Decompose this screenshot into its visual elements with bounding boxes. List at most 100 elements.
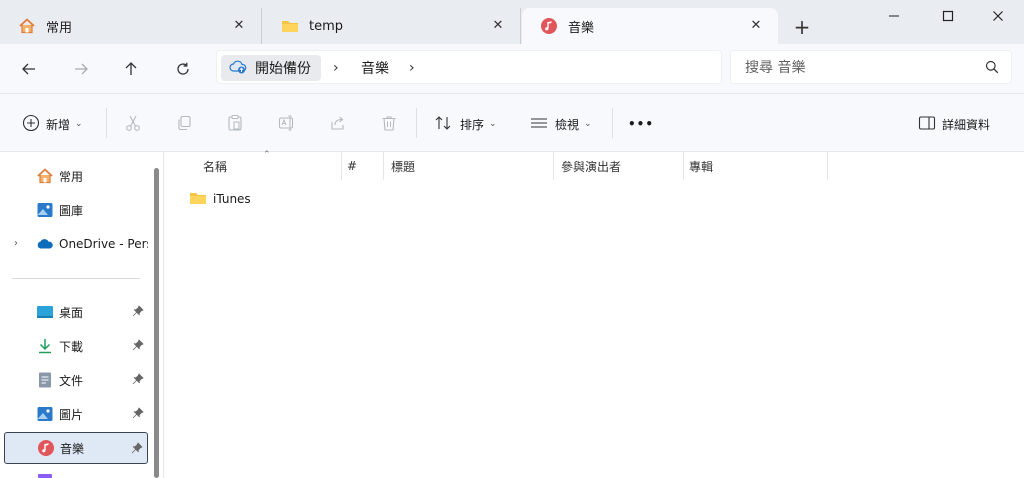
details-label: 詳細資料 [942,117,991,132]
onedrive-icon [36,235,54,253]
folder-icon [189,190,207,209]
chevron-down-icon: ⌄ [75,119,83,129]
sidebar-item-label: 音樂 [60,441,85,456]
sidebar-item-gallery[interactable]: 圖庫 [4,194,148,226]
music-icon [540,17,558,35]
download-icon [36,337,54,355]
column-divider[interactable] [827,152,828,180]
sidebar-item-desktop[interactable]: 桌面 [4,296,148,328]
maximize-icon[interactable] [936,4,960,28]
chevron-right-icon[interactable]: › [409,60,415,76]
forward-icon[interactable] [68,56,94,82]
divider [106,108,107,138]
tab-home[interactable]: 常用 ✕ [0,8,262,44]
navigation-pane: 常用 圖庫 › OneDrive - Pers 桌面 下載 文件 圖片 音樂 [0,152,164,478]
pin-icon[interactable] [131,442,143,457]
close-tab-icon[interactable]: ✕ [748,17,764,33]
column-divider[interactable] [683,152,684,180]
view-button[interactable]: 檢視 ⌄ [529,112,592,136]
sidebar-item-label: 桌面 [59,305,84,320]
new-tab-button[interactable]: + [790,16,814,40]
file-list: ⌃ 名稱 # 標題 參與演出者 專輯 iTunes [165,150,1024,478]
home-icon [18,17,36,35]
breadcrumb-music[interactable]: 音樂 [361,58,389,78]
cut-button[interactable] [124,112,142,136]
copy-button[interactable] [175,112,193,136]
delete-button[interactable] [380,112,398,136]
back-icon[interactable] [16,56,42,82]
sidebar-item-label: 文件 [59,373,84,388]
address-bar[interactable]: 開始備份 › 音樂 › [216,50,722,84]
cloud-backup-icon [229,59,247,78]
sidebar-scrollbar[interactable] [154,168,159,478]
rename-icon [278,114,296,135]
tab-music[interactable]: 音樂 ✕ [522,8,778,44]
tab-label: temp [309,18,344,34]
desktop-icon [36,303,54,321]
pin-icon[interactable] [132,339,144,354]
paste-button[interactable] [226,112,244,136]
sidebar-item-partial [38,474,52,478]
sort-icon [434,114,454,135]
tab-label: 常用 [46,20,73,36]
sidebar-item-label: 常用 [59,169,84,184]
rename-button[interactable] [278,112,296,136]
breadcrumb-backup[interactable]: 開始備份 [221,55,321,81]
column-header-number[interactable]: # [347,152,383,180]
sidebar-item-label: OneDrive - Pers [59,237,148,251]
close-tab-icon[interactable]: ✕ [231,17,247,33]
tab-label: 音樂 [568,20,595,36]
column-divider[interactable] [341,152,342,180]
search-input[interactable] [745,57,975,79]
chevron-down-icon: ⌄ [489,119,497,129]
pin-icon[interactable] [132,373,144,388]
view-list-icon [529,114,549,135]
new-button[interactable]: 新增 ⌄ [22,112,83,136]
details-pane-icon [918,115,936,134]
divider [416,108,417,138]
more-options-button[interactable]: ••• [628,112,654,136]
paste-icon [226,114,244,135]
column-header-name[interactable]: 名稱 [203,152,341,180]
sidebar-item-label: 下載 [59,339,84,354]
sort-label: 排序 [460,117,485,132]
share-button[interactable] [329,112,347,136]
details-pane-button[interactable]: 詳細資料 [918,112,990,136]
search-icon[interactable] [985,60,999,77]
sidebar-item-documents[interactable]: 文件 [4,364,148,396]
sort-button[interactable]: 排序 ⌄ [434,112,497,136]
minimize-icon[interactable] [882,4,906,28]
sidebar-item-home[interactable]: 常用 [4,160,148,192]
more-icon: ••• [628,117,655,131]
close-tab-icon[interactable]: ✕ [490,17,506,33]
close-icon[interactable] [986,4,1010,28]
up-icon[interactable] [118,56,144,82]
tab-bar: 常用 ✕ temp ✕ 音樂 ✕ + [0,0,1024,44]
column-header-album[interactable]: 專輯 [689,152,827,180]
address-row: 開始備份 › 音樂 › [0,44,1024,94]
sidebar-item-music[interactable]: 音樂 [4,432,148,464]
pin-icon[interactable] [132,305,144,320]
document-icon [36,371,54,389]
chevron-right-icon[interactable]: › [333,60,339,76]
home-icon [36,167,54,185]
sidebar-item-label: 圖片 [59,407,84,422]
refresh-icon[interactable] [170,56,196,82]
list-item[interactable]: iTunes [189,188,251,210]
column-header-artists[interactable]: 參與演出者 [561,152,683,180]
command-bar: 新增 ⌄ 排序 ⌄ 檢視 ⌄ ••• 詳細資料 [0,94,1024,152]
pin-icon[interactable] [132,407,144,422]
divider [612,108,613,138]
divider [12,278,140,279]
sidebar-item-onedrive[interactable]: OneDrive - Pers [4,228,148,260]
folder-icon [281,17,299,35]
tab-temp[interactable]: temp ✕ [263,8,521,44]
sidebar-item-downloads[interactable]: 下載 [4,330,148,362]
copy-icon [175,114,193,135]
column-header-title[interactable]: 標題 [391,152,553,180]
sidebar-item-label: 圖庫 [59,203,84,218]
column-divider[interactable] [553,152,554,180]
sidebar-item-pictures[interactable]: 圖片 [4,398,148,430]
view-label: 檢視 [555,117,580,132]
column-divider[interactable] [383,152,384,180]
